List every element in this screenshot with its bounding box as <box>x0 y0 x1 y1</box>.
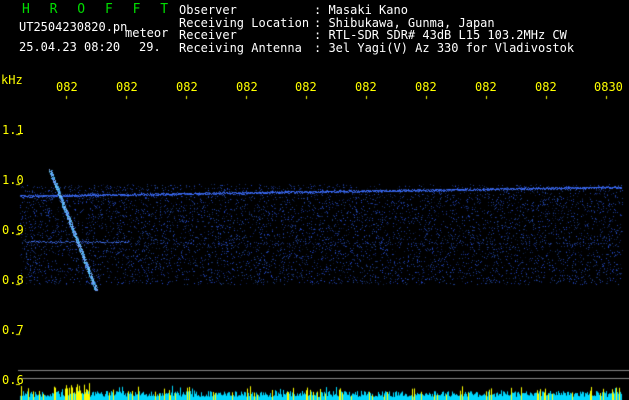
filename-label: UT2504230820.pn <box>19 20 128 34</box>
time-tick-label: 082 <box>355 80 377 94</box>
count-label: 29. <box>139 40 161 54</box>
time-tick-label: 082 <box>415 80 437 94</box>
info-label: Observer <box>179 3 237 17</box>
info-value: : Masaki Kano <box>314 3 408 17</box>
info-label: Receiver <box>179 28 237 42</box>
freq-tick-label: 0.7 <box>2 323 24 337</box>
info-value: : 3el Yagi(V) Az 330 for Vladivostok <box>314 40 575 55</box>
freq-tick-label: 0.6 <box>2 373 24 387</box>
freq-unit-label: kHz <box>1 73 23 87</box>
station-info: Observer : Masaki Kano Receiving Locatio… <box>179 4 574 54</box>
freq-tick-label: 0.9 <box>2 223 24 237</box>
time-tick-label: 0830 <box>594 80 623 94</box>
datetime-label: 25.04.23 08:20 <box>19 40 121 54</box>
info-label: Receiving Antenna <box>179 40 302 55</box>
time-tick-label: 082 <box>236 80 258 94</box>
brand-title: H R O F F T <box>22 2 175 17</box>
time-tick-label: 082 <box>475 80 497 94</box>
freq-tick-label: 1.1 <box>2 123 24 137</box>
time-tick-label: 082 <box>116 80 138 94</box>
spectrogram-canvas <box>0 0 629 400</box>
freq-tick-label: 0.8 <box>2 273 24 287</box>
time-tick-label: 082 <box>176 80 198 94</box>
time-tick-label: 082 <box>295 80 317 94</box>
info-value: : RTL-SDR SDR# 43dB L15 103.2MHz CW <box>314 28 567 42</box>
meteor-label: meteor <box>125 26 169 40</box>
freq-tick-label: 1.0 <box>2 173 24 187</box>
time-tick-label: 082 <box>535 80 557 94</box>
time-tick-label: 082 <box>56 80 78 94</box>
